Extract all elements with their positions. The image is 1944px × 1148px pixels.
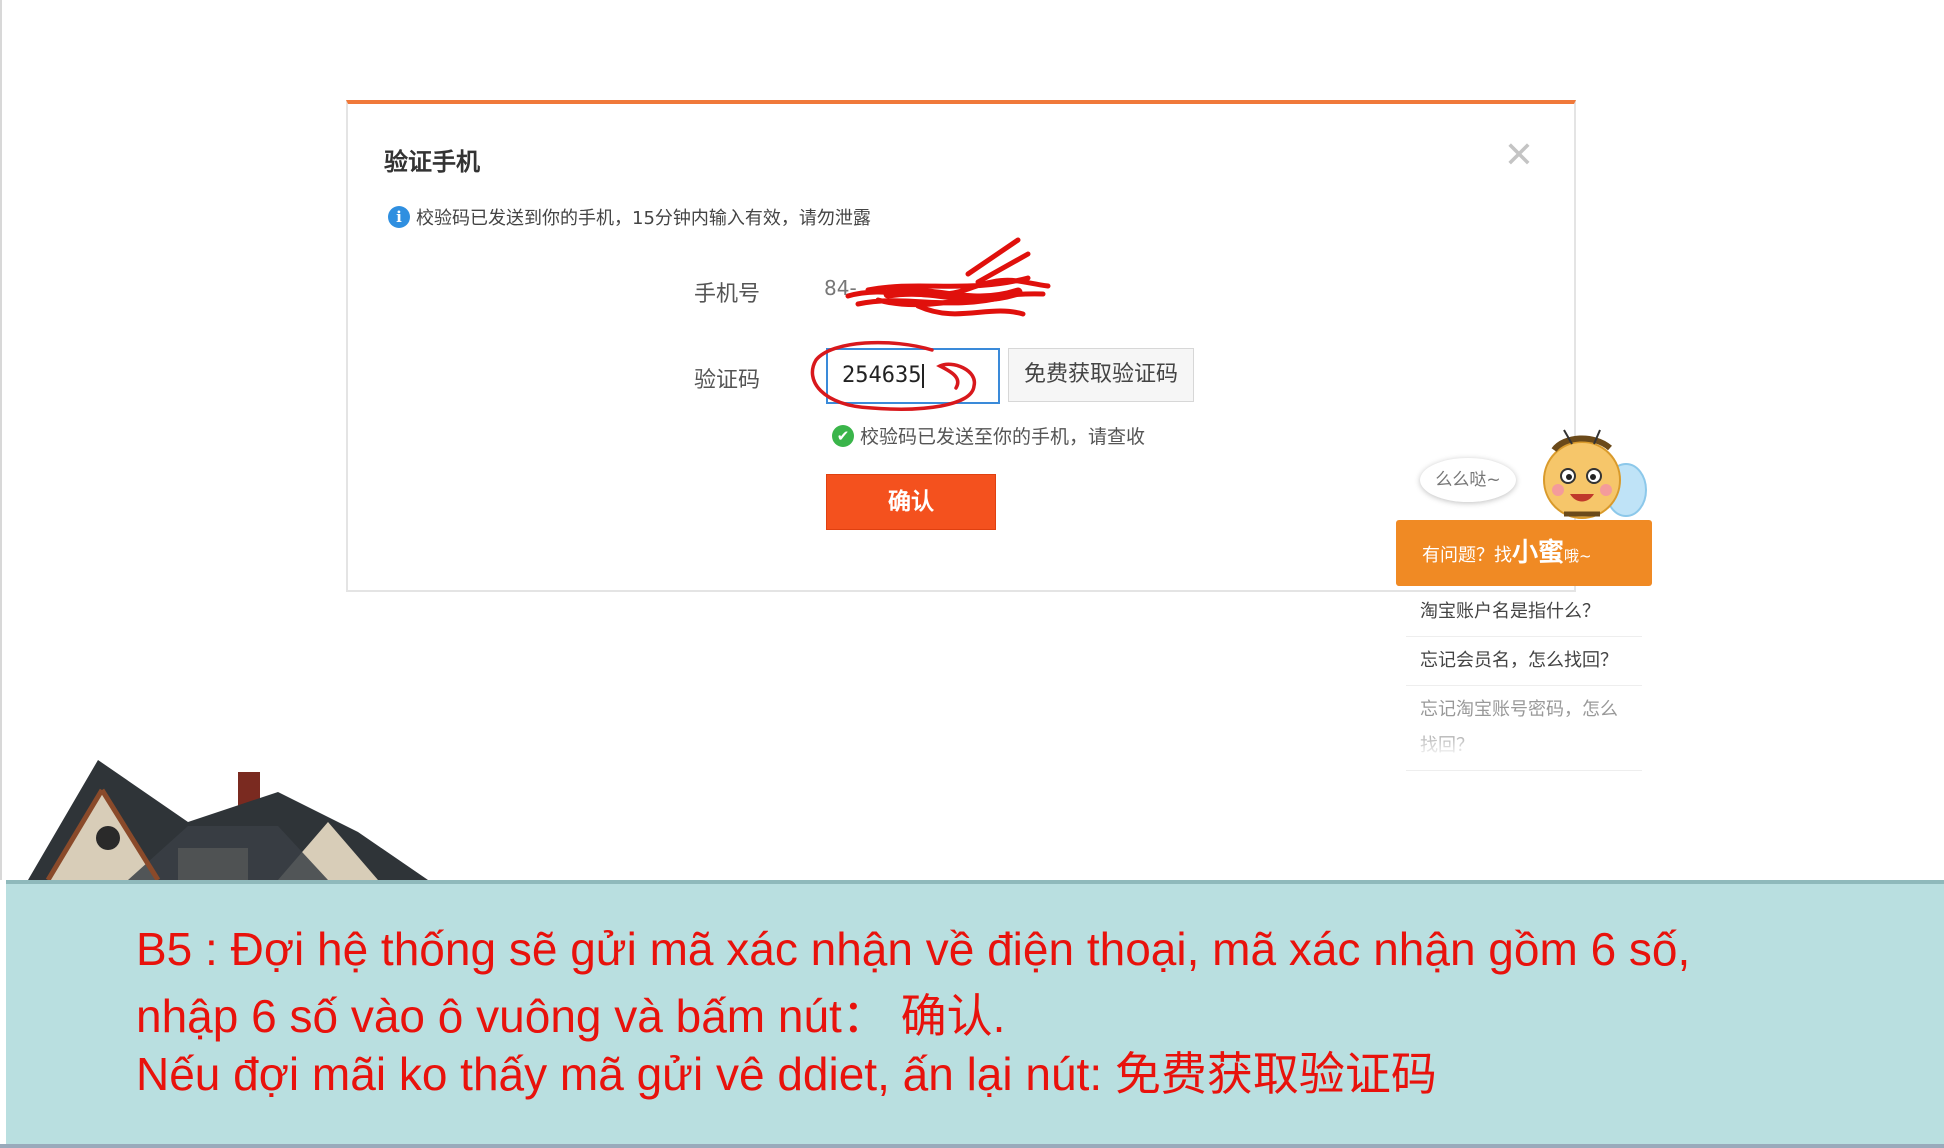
caption-line-1: B5 : Đợi hệ thống sẽ gửi mã xác nhận về …	[136, 923, 1691, 975]
instruction-caption: B5 : Đợi hệ thống sẽ gửi mã xác nhận về …	[6, 880, 1944, 1144]
left-border	[0, 0, 2, 880]
code-value: 254635	[842, 363, 922, 388]
redaction-scribble	[845, 237, 1051, 317]
bee-mascot-icon[interactable]	[1534, 428, 1652, 528]
bottom-border	[0, 1144, 1944, 1148]
list-fade-overlay	[1396, 728, 1652, 758]
helper-bar[interactable]: 有问题？找小蜜哦~	[1396, 520, 1652, 586]
helper-name: 小蜜	[1512, 538, 1565, 568]
info-icon: i	[388, 206, 410, 228]
dialog-title: 验证手机	[384, 148, 480, 176]
helper-suffix: 哦~	[1564, 547, 1592, 565]
code-sent-message: ✔ 校验码已发送至你的手机，请查收	[832, 422, 1145, 449]
house-image	[28, 760, 428, 882]
verification-code-input[interactable]: 254635	[826, 348, 1000, 404]
help-widget: 么么哒~ 有问题？找小蜜哦~ 淘宝账户名是指什么？ 忘记会员名，怎么找回？ 忘记…	[1396, 428, 1652, 771]
confirm-button[interactable]: 确认	[826, 474, 996, 530]
close-icon[interactable]: ✕	[1504, 138, 1534, 174]
code-sent-text: 校验码已发送至你的手机，请查收	[860, 426, 1146, 448]
get-code-button[interactable]: 免费获取验证码	[1008, 348, 1194, 402]
notice-text: 校验码已发送到你的手机，15分钟内输入有效，请勿泄露	[416, 208, 871, 229]
caption-line-3: Nếu đợi mãi ko thấy mã gửi vê ddiet, ấn …	[136, 1048, 1437, 1100]
help-topic-item[interactable]: 淘宝账户名是指什么？	[1406, 588, 1642, 637]
caption-line-2: nhập 6 số vào ô vuông và bấm nút： 确认.	[136, 990, 1006, 1042]
text-caret	[922, 364, 925, 388]
notice-message: i 校验码已发送到你的手机，15分钟内输入有效，请勿泄露	[388, 204, 871, 230]
helper-prefix: 有问题？找	[1422, 545, 1512, 566]
speech-bubble: 么么哒~	[1420, 458, 1516, 502]
verify-phone-dialog: 验证手机 ✕ i 校验码已发送到你的手机，15分钟内输入有效，请勿泄露 手机号 …	[346, 100, 1576, 592]
phone-label: 手机号	[693, 282, 760, 307]
code-label: 验证码	[693, 368, 760, 393]
check-icon: ✔	[832, 424, 854, 447]
help-topic-item[interactable]: 忘记会员名，怎么找回？	[1406, 637, 1642, 686]
